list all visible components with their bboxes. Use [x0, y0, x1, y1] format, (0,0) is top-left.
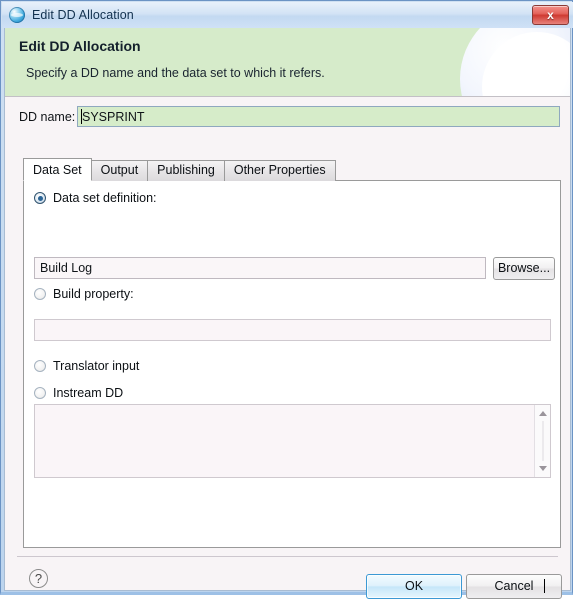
radio-label-build-property: Build property:: [53, 287, 134, 301]
ok-button[interactable]: OK: [366, 574, 462, 599]
banner-description: Specify a DD name and the data set to wh…: [26, 66, 325, 80]
radio-row-instream-dd[interactable]: Instream DD: [34, 386, 123, 400]
instream-scrollbar[interactable]: [534, 405, 550, 477]
banner-title: Edit DD Allocation: [19, 38, 141, 54]
instream-dd-textarea[interactable]: [34, 404, 551, 478]
dialog-window: Edit DD Allocation x Edit DD Allocation …: [0, 0, 573, 599]
tab-folder: Data Set Output Publishing Other Propert…: [23, 158, 561, 548]
tab-publishing[interactable]: Publishing: [147, 160, 225, 181]
scroll-down-icon[interactable]: [535, 461, 551, 476]
footer-separator: [17, 556, 558, 557]
header-banner: Edit DD Allocation Specify a DD name and…: [5, 28, 570, 96]
title-bar: Edit DD Allocation x: [2, 2, 573, 28]
scrollbar-track[interactable]: [542, 421, 544, 461]
cancel-button[interactable]: Cancel: [466, 574, 562, 599]
cancel-caret: [544, 579, 545, 593]
radio-build-property[interactable]: [34, 288, 46, 300]
dd-name-row: DD name:: [5, 104, 570, 134]
banner-decoration: [460, 28, 570, 96]
close-button[interactable]: x: [532, 5, 569, 25]
dd-name-input[interactable]: [77, 106, 560, 127]
scroll-up-icon[interactable]: [535, 406, 551, 421]
radio-translator-input[interactable]: [34, 360, 46, 372]
data-set-definition-input[interactable]: [34, 257, 486, 279]
tab-output[interactable]: Output: [90, 160, 149, 181]
radio-instream-dd[interactable]: [34, 387, 46, 399]
radio-data-set-definition[interactable]: [34, 192, 46, 204]
tab-data-set[interactable]: Data Set: [23, 158, 92, 181]
radio-row-data-set-definition[interactable]: Data set definition:: [34, 191, 157, 205]
help-icon[interactable]: ?: [29, 569, 48, 588]
radio-label-translator-input: Translator input: [53, 359, 140, 373]
radio-label-instream-dd: Instream DD: [53, 386, 124, 400]
radio-row-translator-input[interactable]: Translator input: [34, 359, 139, 373]
dd-name-label: DD name:: [19, 110, 76, 124]
dialog-client-area: Edit DD Allocation Specify a DD name and…: [4, 28, 571, 599]
tab-strip: Data Set Output Publishing Other Propert…: [23, 158, 336, 181]
window-title: Edit DD Allocation: [32, 8, 134, 22]
banner-separator: [5, 96, 570, 97]
tab-other-properties[interactable]: Other Properties: [223, 160, 336, 181]
radio-row-build-property[interactable]: Build property:: [34, 287, 134, 301]
build-property-input[interactable]: [34, 319, 551, 341]
radio-label-data-set-definition: Data set definition:: [53, 191, 157, 205]
dd-name-caret: [81, 109, 82, 124]
globe-icon: [9, 7, 25, 23]
browse-button[interactable]: Browse...: [493, 257, 555, 280]
tab-panel-data-set: Data set definition: Browse... Build pro…: [23, 180, 561, 548]
